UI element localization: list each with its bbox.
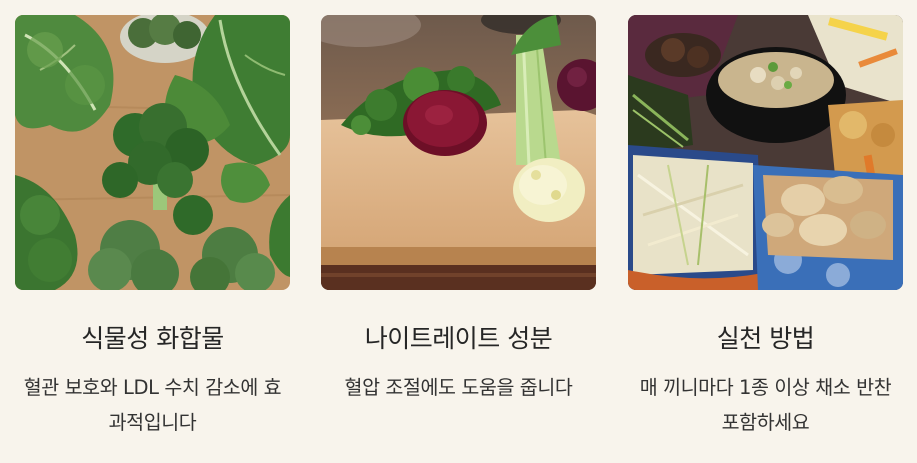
- feature-cards: 식물성 화합물 혈관 보호와 LDL 수치 감소에 효과적입니다 나이트레이트 …: [0, 0, 917, 463]
- card-title: 나이트레이트 성분: [364, 324, 553, 353]
- card-description: 혈관 보호와 LDL 수치 감소에 효과적입니다: [23, 376, 282, 434]
- leafy-greens-and-broccoli-photo: [15, 15, 290, 290]
- card-description: 혈압 조절에도 도움을 줍니다: [344, 376, 573, 399]
- card-title: 식물성 화합물: [81, 324, 224, 353]
- korean-side-dishes-platter-photo: [628, 15, 903, 290]
- card-practice-method: 실천 방법 매 끼니마다 1종 이상 채소 반찬 포함하세요: [628, 15, 903, 440]
- card-title: 실천 방법: [716, 324, 815, 353]
- beet-celery-cutting-board-photo: [321, 15, 596, 290]
- card-description: 매 끼니마다 1종 이상 채소 반찬 포함하세요: [639, 376, 892, 434]
- card-nitrate: 나이트레이트 성분 혈압 조절에도 도움을 줍니다: [321, 15, 596, 405]
- card-plant-compounds: 식물성 화합물 혈관 보호와 LDL 수치 감소에 효과적입니다: [15, 15, 290, 440]
